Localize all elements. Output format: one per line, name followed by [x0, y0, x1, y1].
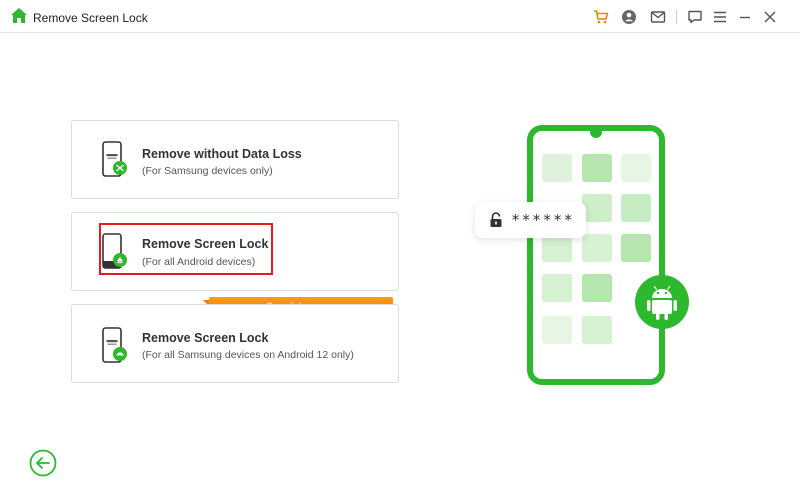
menu-icon [714, 11, 726, 23]
menu-button[interactable] [711, 8, 729, 26]
option-subtitle: (For all Samsung devices on Android 12 o… [142, 349, 354, 361]
option-title: Remove Screen Lock [142, 237, 269, 251]
minimize-icon [740, 16, 750, 19]
samsung-phone-icon [102, 327, 127, 363]
title-bar: Remove Screen Lock [0, 0, 800, 33]
app-title: Remove Screen Lock [33, 11, 148, 25]
option-remove-screen-lock-android[interactable]: Remove Screen Lock (For all Android devi… [71, 212, 399, 291]
cart-button[interactable] [592, 8, 610, 26]
android-phone-icon [102, 233, 127, 269]
titlebar-separator [676, 10, 677, 24]
home-icon [11, 8, 27, 23]
mail-icon [650, 11, 666, 23]
option-remove-without-data-loss[interactable]: Remove without Data Loss (For Samsung de… [71, 120, 399, 199]
option-title: Remove Screen Lock [142, 331, 269, 345]
feedback-icon [688, 10, 702, 24]
account-button[interactable] [620, 8, 638, 26]
samsung-phone-icon [102, 141, 127, 177]
option-title: Remove without Data Loss [142, 147, 302, 161]
feedback-button[interactable] [686, 8, 704, 26]
password-mask: ****** [511, 211, 575, 229]
password-field-illustration: ****** [475, 202, 586, 238]
option-subtitle: (For Samsung devices only) [142, 165, 273, 177]
account-icon [622, 10, 636, 24]
phone-illustration [527, 125, 689, 385]
unlock-icon [490, 212, 502, 227]
option-subtitle: (For all Android devices) [142, 256, 256, 268]
android-icon [635, 275, 689, 329]
cart-icon [594, 10, 609, 24]
minimize-button[interactable] [736, 8, 754, 26]
back-arrow-icon[interactable] [29, 449, 57, 477]
close-icon [764, 11, 776, 23]
mail-button[interactable] [649, 8, 667, 26]
close-button[interactable] [761, 8, 779, 26]
option-remove-screen-lock-samsung[interactable]: Remove Screen Lock (For all Samsung devi… [71, 304, 399, 383]
